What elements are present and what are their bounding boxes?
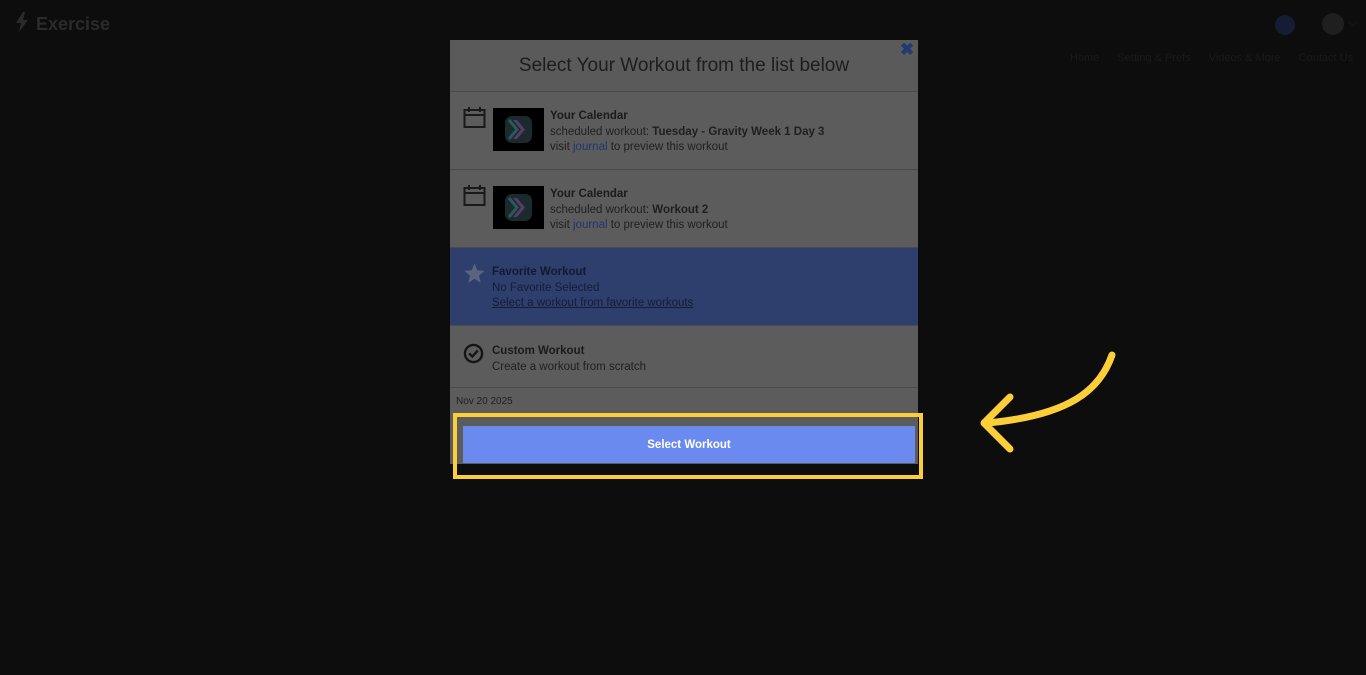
workout-thumbnail	[493, 108, 544, 151]
scheduled-prefix: scheduled workout:	[550, 203, 653, 216]
custom-title: Custom Workout	[492, 345, 585, 357]
workout-date: Nov 20 2025	[456, 396, 513, 407]
preview-line: visit journal to preview this workout	[550, 140, 824, 156]
workout-modal: Select Your Workout from the list below …	[450, 40, 918, 464]
brand[interactable]: Exercise	[14, 12, 110, 37]
favorite-title: Favorite Workout	[492, 266, 587, 278]
scheduled-line: scheduled workout: Tuesday - Gravity Wee…	[550, 125, 824, 141]
nav-item-home[interactable]: Home	[1070, 52, 1099, 64]
calendar-workout-row[interactable]: Your Calendar scheduled workout: Workout…	[450, 170, 918, 248]
avatar[interactable]	[1322, 13, 1344, 35]
custom-workout-text: Custom Workout Create a workout from scr…	[492, 344, 646, 375]
favorite-status: No Favorite Selected	[492, 281, 600, 294]
nav-item-settings[interactable]: Setting & Prefs	[1117, 52, 1190, 64]
select-favorite-link[interactable]: Select a workout from favorite workouts	[492, 296, 693, 312]
preview-line: visit journal to preview this workout	[550, 218, 728, 234]
favorite-workout-text: Favorite Workout No Favorite Selected Se…	[492, 265, 693, 312]
calendar-icon	[463, 184, 486, 207]
calendar-workout-text: Your Calendar scheduled workout: Tuesday…	[550, 109, 824, 156]
modal-header: Select Your Workout from the list below …	[450, 40, 918, 92]
check-circle-icon	[463, 343, 486, 366]
journal-link[interactable]: journal	[573, 219, 608, 231]
visit-prefix: visit	[550, 141, 573, 153]
favorite-workout-row[interactable]: Favorite Workout No Favorite Selected Se…	[450, 248, 918, 326]
row-title: Your Calendar	[550, 188, 628, 200]
scheduled-prefix: scheduled workout:	[550, 125, 653, 138]
calendar-workout-row[interactable]: Your Calendar scheduled workout: Tuesday…	[450, 92, 918, 170]
brand-name: Exercise	[36, 14, 111, 34]
journal-link[interactable]: journal	[573, 141, 608, 153]
row-title: Your Calendar	[550, 110, 628, 122]
visit-prefix: visit	[550, 219, 573, 231]
calendar-workout-text: Your Calendar scheduled workout: Workout…	[550, 187, 728, 234]
workout-name: Tuesday - Gravity Week 1 Day 3	[652, 125, 825, 138]
select-workout-button[interactable]: Select Workout	[463, 426, 915, 463]
notification-icon[interactable]	[1275, 15, 1295, 35]
lightning-icon	[14, 12, 30, 37]
modal-title: Select Your Workout from the list below	[518, 55, 850, 76]
nav-item-contact[interactable]: Contact Us	[1299, 52, 1353, 64]
workout-thumbnail	[493, 186, 544, 229]
calendar-icon	[463, 106, 486, 129]
close-icon[interactable]: ✖	[900, 41, 914, 58]
pointer-arrow-icon	[980, 351, 1116, 453]
scheduled-line: scheduled workout: Workout 2	[550, 203, 728, 219]
custom-workout-row[interactable]: Custom Workout Create a workout from scr…	[450, 326, 918, 388]
preview-suffix: to preview this workout	[607, 219, 728, 231]
chevron-down-icon[interactable]: ⌵	[1348, 15, 1357, 30]
nav-item-videos[interactable]: Videos & More	[1209, 52, 1281, 64]
star-icon	[463, 262, 486, 285]
top-nav: Home Setting & Prefs Videos & More Conta…	[1070, 52, 1353, 64]
custom-subtitle: Create a workout from scratch	[492, 360, 647, 373]
preview-suffix: to preview this workout	[607, 141, 728, 153]
workout-name: Workout 2	[652, 203, 709, 216]
page: Exercise ⌵ Home Setting & Prefs Videos &…	[0, 0, 1366, 675]
